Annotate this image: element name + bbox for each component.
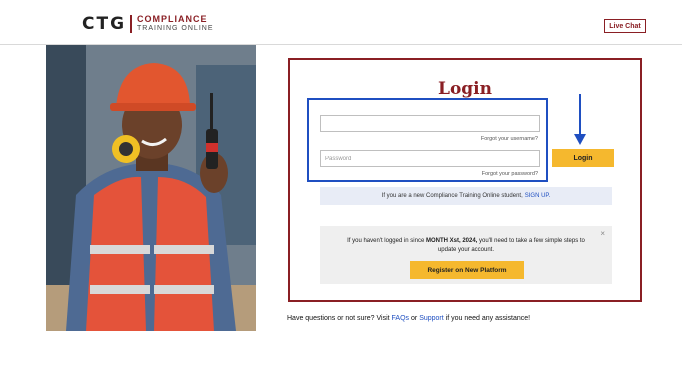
register-new-platform-button[interactable]: Register on New Platform — [410, 261, 524, 279]
top-bar: CTG COMPLIANCE TRAINING ONLINE Live Chat — [0, 0, 682, 45]
forgot-password-link[interactable]: Forgot your password? — [482, 171, 538, 177]
faqs-link[interactable]: FAQs — [392, 315, 410, 322]
login-button[interactable]: Login — [552, 149, 614, 167]
logo-text: COMPLIANCE TRAINING ONLINE — [137, 15, 213, 33]
ctg-logo[interactable]: CTG COMPLIANCE TRAINING ONLINE — [82, 14, 213, 34]
help-middle: or — [409, 315, 420, 322]
migration-notice: × If you haven't logged in since MONTH X… — [320, 226, 612, 284]
signup-link[interactable]: SIGN UP. — [525, 193, 551, 199]
live-chat-button[interactable]: Live Chat — [604, 19, 646, 33]
help-suffix: if you need any assistance! — [443, 315, 531, 322]
logo-line-1: COMPLIANCE — [137, 14, 208, 24]
close-icon[interactable]: × — [600, 229, 605, 238]
logo-mark: CTG — [82, 14, 127, 34]
worker-photo — [46, 45, 256, 331]
username-input[interactable] — [320, 115, 540, 132]
forgot-username-link[interactable]: Forgot your username? — [481, 136, 538, 142]
logo-line-2: TRAINING ONLINE — [137, 25, 214, 32]
arrow-down-icon — [574, 94, 586, 145]
notice-text: If you haven't logged in since MONTH Xst… — [338, 237, 594, 255]
login-panel: Login Forgot your username? Forgot your … — [288, 58, 642, 302]
login-title: Login — [438, 79, 492, 99]
support-link[interactable]: Support — [419, 315, 444, 322]
signup-text: If you are a new Compliance Training Onl… — [381, 193, 523, 199]
help-text: Have questions or not sure? Visit FAQs o… — [287, 315, 530, 322]
help-prefix: Have questions or not sure? Visit — [287, 315, 392, 322]
signup-banner: If you are a new Compliance Training Onl… — [320, 187, 612, 205]
password-input[interactable] — [320, 150, 540, 167]
notice-prefix: If you haven't logged in since — [347, 238, 426, 244]
notice-date: MONTH Xst, 2024, — [425, 238, 478, 244]
credentials-box: Forgot your username? Forgot your passwo… — [307, 98, 548, 182]
logo-separator — [130, 15, 133, 33]
worker-illustration — [46, 45, 256, 331]
